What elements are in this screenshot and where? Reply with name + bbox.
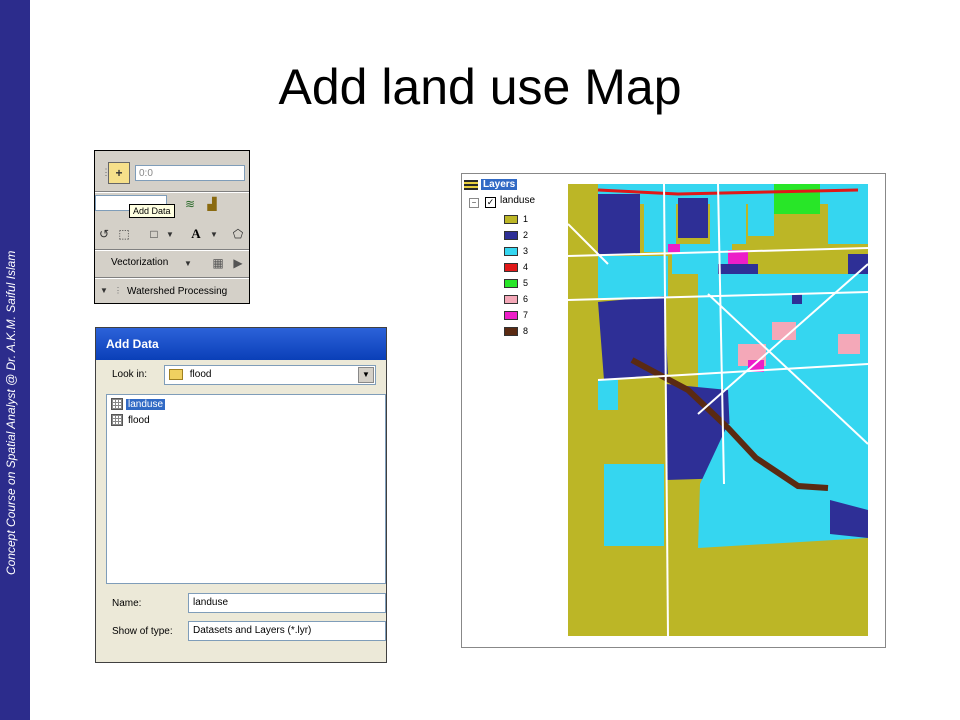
toolbar-row-5: ▼ ⋮ Watershed Processing — [95, 281, 249, 301]
legend-swatch — [504, 214, 518, 224]
polygon-icon[interactable]: ⬠ — [229, 225, 247, 243]
legend-label: 8 — [523, 326, 529, 336]
landuse-region-6 — [838, 334, 860, 354]
legend-label: 5 — [523, 278, 529, 288]
file-item-label: flood — [128, 414, 150, 426]
text-tool-icon[interactable]: A — [187, 225, 205, 243]
landuse-region-2 — [598, 194, 640, 254]
landuse-region-3 — [598, 256, 668, 298]
landuse-region-2 — [848, 254, 868, 274]
landuse-region-3 — [710, 192, 746, 244]
play-icon[interactable]: ▶ — [229, 254, 247, 272]
legend-label: 1 — [523, 214, 529, 224]
legend-item: 5 — [504, 277, 528, 289]
name-label: Name: — [112, 598, 142, 609]
legend-label: 2 — [523, 230, 529, 240]
file-item-label: landuse — [126, 398, 166, 410]
landuse-region-3 — [828, 184, 868, 244]
add-data-dialog: Add Data Look in: flood ▼ landuse flood … — [95, 327, 387, 663]
chevron-down-icon[interactable]: ▼ — [179, 254, 197, 272]
file-item-flood[interactable]: flood — [111, 413, 152, 427]
rotate-icon[interactable]: ↺ — [95, 225, 113, 243]
legend-item: 8 — [504, 325, 528, 337]
look-in-value: flood — [189, 369, 212, 380]
collapse-icon[interactable]: − — [469, 198, 479, 208]
layer-visibility-checkbox[interactable]: ✓ — [485, 197, 496, 208]
add-data-tooltip: Add Data — [129, 204, 175, 218]
landuse-region-2 — [678, 198, 708, 238]
legend-swatch — [504, 262, 518, 272]
toc-root[interactable]: Layers — [464, 179, 518, 190]
legend-swatch — [504, 230, 518, 240]
look-in-dropdown[interactable]: flood ▼ — [164, 365, 376, 385]
legend-item: 6 — [504, 293, 528, 305]
toolbar-divider — [95, 277, 249, 279]
show-type-label: Show of type: — [112, 626, 173, 637]
legend-label: 3 — [523, 246, 529, 256]
watershed-menu[interactable]: Watershed Processing — [127, 286, 227, 297]
legend-item: 3 — [504, 245, 528, 257]
landuse-region-3 — [604, 464, 664, 546]
legend-label: 6 — [523, 294, 529, 304]
legend-swatch — [504, 294, 518, 304]
landuse-map[interactable] — [568, 184, 868, 636]
look-in-label: Look in: — [112, 369, 148, 380]
toolbar-row-4: Vectorization ▼ ▦ ▶ — [95, 251, 249, 275]
landuse-region-3 — [644, 194, 676, 252]
dialog-title: Add Data — [96, 328, 386, 360]
legend-swatch — [504, 246, 518, 256]
landuse-region-5 — [774, 184, 820, 214]
toolbar-row-1: ⋮ + 0:0 — [95, 151, 249, 195]
add-data-icon: + — [115, 166, 123, 180]
add-data-button[interactable]: + — [108, 162, 130, 184]
layers-root-label: Layers — [481, 179, 518, 190]
landuse-region-1 — [668, 304, 698, 374]
grid-raster-icon — [111, 414, 123, 426]
chevron-down-icon[interactable]: ▼ — [205, 225, 223, 243]
chevron-down-icon[interactable]: ▼ — [161, 225, 179, 243]
legend-item: 2 — [504, 229, 528, 241]
legend-swatch — [504, 326, 518, 336]
raster-edit-icon[interactable]: ▦ — [209, 254, 227, 272]
landuse-region-2 — [598, 296, 668, 380]
table-of-contents: Layers − ✓ landuse 1 2 3 4 5 6 7 8 — [462, 174, 567, 644]
legend-item: 1 — [504, 213, 528, 225]
landuse-region-3 — [598, 380, 618, 410]
file-list[interactable]: landuse flood — [106, 394, 386, 584]
scale-input[interactable]: 0:0 — [135, 165, 245, 181]
legend-item: 4 — [504, 261, 528, 273]
slide-title: Add land use Map — [278, 59, 682, 115]
legend-swatch — [504, 310, 518, 320]
toolbar-panel: ⋮ + 0:0 ≋ ▟ Add Data ↺ ⬚ □ ▼ A ▼ ⬠ Vecto… — [94, 150, 250, 304]
toolbar-handle-icon: ⋮ — [114, 285, 122, 295]
chevron-down-icon[interactable]: ▼ — [358, 367, 374, 383]
side-caption-text: Concept Course on Spatial Analyst @ Dr. … — [4, 250, 18, 575]
legend-label: 4 — [523, 262, 529, 272]
map-panel: Layers − ✓ landuse 1 2 3 4 5 6 7 8 — [461, 173, 886, 648]
folder-icon — [169, 368, 183, 380]
layer-name-landuse[interactable]: landuse — [500, 195, 535, 206]
grid-raster-icon — [111, 398, 123, 410]
legend-label: 7 — [523, 310, 529, 320]
landuse-region-3 — [748, 196, 774, 236]
toolbar-row-3: ↺ ⬚ □ ▼ A ▼ ⬠ — [95, 221, 249, 247]
layers-stack-icon — [464, 179, 478, 190]
vectorization-menu[interactable]: Vectorization — [111, 257, 168, 268]
select-icon[interactable]: ⬚ — [115, 225, 133, 243]
file-item-landuse[interactable]: landuse — [111, 397, 166, 411]
contour-icon[interactable]: ≋ — [181, 195, 199, 213]
name-input[interactable]: landuse — [188, 593, 386, 613]
legend-item: 7 — [504, 309, 528, 321]
legend-swatch — [504, 278, 518, 288]
landuse-region-2 — [792, 294, 802, 304]
show-type-dropdown[interactable]: Datasets and Layers (*.lyr) — [188, 621, 386, 641]
histogram-icon[interactable]: ▟ — [203, 195, 221, 213]
